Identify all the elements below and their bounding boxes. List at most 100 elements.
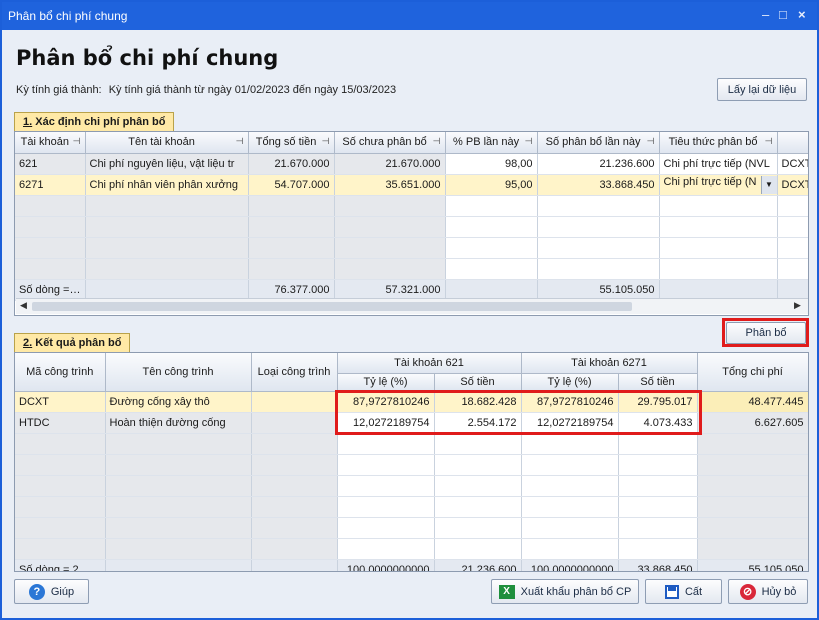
tab-allocation-result[interactable]: 2. Kết quả phân bổ	[14, 333, 131, 352]
col-account[interactable]: Tài khoản ⊣	[15, 132, 86, 154]
cell-unallocated[interactable]: 35.651.000	[334, 174, 446, 196]
col-account-name[interactable]: Tên tài khoản ⊣	[85, 132, 249, 154]
col-amount-621[interactable]: Số tiền	[434, 373, 522, 392]
col-group-6271: Tài khoản 6271	[521, 353, 698, 374]
cell-allocated[interactable]: 21.236.600	[537, 153, 660, 175]
chevron-down-icon[interactable]: ▼	[760, 175, 776, 194]
footer-allocated: 55.105.050	[537, 278, 660, 301]
reload-data-label: Lấy lại dữ liệu	[727, 83, 797, 96]
col-criteria[interactable]: Tiêu thức phân bổ ⊣	[659, 132, 778, 154]
cell-account-name[interactable]: Chi phí nhân viên phân xưởng	[85, 174, 249, 196]
scroll-right-icon[interactable]: ▶	[794, 300, 801, 311]
pin-icon[interactable]: ⊣	[433, 136, 441, 147]
tab-allocation-setup[interactable]: 1. Xác định chi phí phân bổ	[14, 112, 175, 131]
col-criteria-label: Tiêu thức phân bổ	[668, 136, 758, 149]
col-total[interactable]: Tổng số tiền ⊣	[248, 132, 335, 154]
cell-percent[interactable]: 98,00	[445, 153, 538, 175]
cancel-icon: ⊘	[739, 583, 756, 600]
cell-extra[interactable]: DCXT	[777, 153, 808, 175]
cell-criteria[interactable]: Chi phí trực tiếp (N ▼	[659, 174, 778, 196]
grid2-header-row: Mã công trình Tên công trình Loại công t…	[15, 353, 808, 392]
cell-total-cost[interactable]: 48.477.445	[697, 391, 808, 413]
cell-amount-621[interactable]: 2.554.172	[434, 412, 522, 434]
col-rate-6271[interactable]: Tỷ lệ (%)	[521, 373, 619, 392]
col-rate-621[interactable]: Tỷ lệ (%)	[337, 373, 435, 392]
table-row[interactable]: 6271 Chi phí nhân viên phân xưởng 54.707…	[15, 174, 808, 196]
save-button[interactable]: Cất	[645, 579, 722, 604]
empty-row	[15, 258, 808, 280]
cell-amount-621[interactable]: 18.682.428	[434, 391, 522, 413]
col-allocated-label: Số phân bổ lần này	[545, 136, 641, 149]
empty-row	[15, 496, 808, 518]
empty-row	[15, 517, 808, 539]
col-allocated[interactable]: Số phân bổ lần này ⊣	[537, 132, 660, 154]
footer-rate-621: 100,0000000000	[337, 558, 435, 571]
maximize-icon[interactable]: □	[779, 7, 787, 22]
export-allocation-button[interactable]: X Xuất khẩu phân bổ CP	[491, 579, 639, 604]
pin-icon[interactable]: ⊣	[322, 136, 330, 147]
help-icon: ?	[28, 583, 45, 600]
title-bar[interactable]: Phân bổ chi phí chung – □ ×	[2, 2, 817, 30]
col-total-cost[interactable]: Tổng chi phí	[697, 353, 808, 392]
cell-project-type[interactable]	[251, 412, 338, 434]
pin-icon[interactable]: ⊣	[765, 136, 773, 147]
cell-amount-6271[interactable]: 29.795.017	[618, 391, 698, 413]
criteria-value: Chi phí trực tiếp (N	[663, 175, 757, 188]
reload-data-button[interactable]: Lấy lại dữ liệu	[717, 78, 807, 101]
horizontal-scrollbar[interactable]: ◀ ▶	[16, 298, 808, 314]
col-percent[interactable]: % PB lần này ⊣	[445, 132, 538, 154]
col-unallocated[interactable]: Số chưa phân bổ ⊣	[334, 132, 446, 154]
footer-rate-6271: 100,0000000000	[521, 558, 619, 571]
cell-extra[interactable]: DCXT	[777, 174, 808, 196]
cell-total-cost[interactable]: 6.627.605	[697, 412, 808, 434]
cancel-button[interactable]: ⊘ Hủy bỏ	[728, 579, 808, 604]
col-project-name[interactable]: Tên công trình	[105, 353, 252, 392]
empty-row	[15, 216, 808, 238]
cell-percent[interactable]: 95,00	[445, 174, 538, 196]
allocate-button[interactable]: Phân bổ	[726, 322, 806, 344]
cell-project-type[interactable]	[251, 391, 338, 413]
footer-amount-6271: 33.868.450	[618, 558, 698, 571]
minimize-icon[interactable]: –	[762, 7, 769, 22]
col-amount-6271[interactable]: Số tiền	[618, 373, 698, 392]
table-row[interactable]: DCXT Đường cống xây thô 87,9727810246 18…	[15, 391, 808, 413]
cell-rate-621[interactable]: 87,9727810246	[337, 391, 435, 413]
empty-row	[15, 195, 808, 217]
pin-icon[interactable]: ⊣	[647, 136, 655, 147]
col-project-type[interactable]: Loại công trình	[251, 353, 338, 392]
scrollbar-thumb[interactable]	[32, 302, 632, 311]
col-project-code[interactable]: Mã công trình	[15, 353, 106, 392]
pin-icon[interactable]: ⊣	[236, 136, 244, 147]
cell-rate-6271[interactable]: 12,0272189754	[521, 412, 619, 434]
cell-project-name[interactable]: Đường cống xây thô	[105, 391, 252, 413]
cell-total[interactable]: 54.707.000	[248, 174, 335, 196]
pin-icon[interactable]: ⊣	[73, 136, 81, 147]
col-unallocated-label: Số chưa phân bổ	[342, 136, 427, 149]
col-extra[interactable]	[777, 132, 808, 154]
cell-project-code[interactable]: DCXT	[15, 391, 106, 413]
window-title: Phân bổ chi phí chung	[8, 9, 128, 23]
empty-row	[15, 538, 808, 560]
empty-row	[15, 475, 808, 497]
dialog-window: Phân bổ chi phí chung – □ × Phân bổ chi …	[0, 0, 819, 620]
cell-account[interactable]: 621	[15, 153, 86, 175]
cell-account-name[interactable]: Chi phí nguyên liệu, vật liệu tr	[85, 153, 249, 175]
help-button[interactable]: ? Giúp	[14, 579, 89, 604]
cell-project-code[interactable]: HTDC	[15, 412, 106, 434]
cell-total[interactable]: 21.670.000	[248, 153, 335, 175]
cell-project-name[interactable]: Hoàn thiện đường cống	[105, 412, 252, 434]
grid2-footer-row: Số dòng = 2 100,0000000000 21.236.600 10…	[15, 558, 808, 571]
cell-criteria[interactable]: Chi phí trực tiếp (NVL	[659, 153, 778, 175]
cell-amount-6271[interactable]: 4.073.433	[618, 412, 698, 434]
save-icon	[664, 584, 679, 599]
pin-icon[interactable]: ⊣	[525, 136, 533, 147]
close-icon[interactable]: ×	[798, 7, 806, 22]
cell-unallocated[interactable]: 21.670.000	[334, 153, 446, 175]
table-row[interactable]: HTDC Hoàn thiện đường cống 12,0272189754…	[15, 412, 808, 434]
scroll-left-icon[interactable]: ◀	[20, 300, 27, 311]
table-row[interactable]: 621 Chi phí nguyên liệu, vật liệu tr 21.…	[15, 153, 808, 175]
cell-allocated[interactable]: 33.868.450	[537, 174, 660, 196]
cell-account[interactable]: 6271	[15, 174, 86, 196]
cell-rate-6271[interactable]: 87,9727810246	[521, 391, 619, 413]
cell-rate-621[interactable]: 12,0272189754	[337, 412, 435, 434]
